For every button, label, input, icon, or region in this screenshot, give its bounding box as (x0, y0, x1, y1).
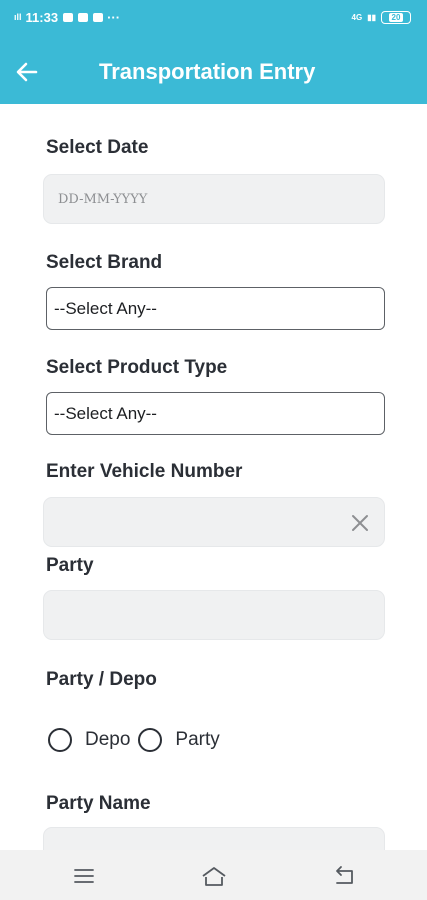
party-label: Party (46, 555, 94, 576)
date-field[interactable]: DD-MM-YYYY (43, 174, 385, 224)
party-name-input[interactable] (43, 827, 385, 850)
vehicle-number-label: Enter Vehicle Number (46, 461, 243, 482)
radio-party-circle[interactable] (138, 728, 163, 752)
radio-party-label: Party (175, 729, 220, 750)
network-indicator: 4G (351, 13, 363, 22)
wifi-signal-icon: ▮▮ (367, 13, 376, 22)
status-bar: ıll 11:33 ··· 4G ▮▮ 20 (0, 0, 427, 38)
back-icon (336, 866, 353, 884)
battery-level: 20 (388, 13, 404, 22)
status-left: ıll 11:33 ··· (14, 10, 120, 25)
brand-select-value: --Select Any-- (54, 299, 157, 318)
party-name-label: Party Name (46, 793, 151, 814)
party-input[interactable] (43, 590, 385, 640)
app-bar: Transportation Entry (0, 38, 427, 104)
home-icon (202, 867, 226, 886)
radio-depo[interactable]: Depo (48, 728, 130, 752)
vehicle-number-input[interactable] (43, 497, 385, 547)
youtube-icon (78, 13, 89, 22)
status-right: 4G ▮▮ 20 (352, 11, 411, 24)
message-icon (93, 13, 104, 22)
battery-icon: 20 (381, 11, 411, 24)
back-nav-button[interactable] (331, 865, 357, 887)
system-nav-bar (0, 850, 427, 900)
page-title: Transportation Entry (99, 59, 316, 84)
radio-party[interactable]: Party (138, 728, 220, 752)
menu-button[interactable] (71, 865, 97, 887)
radio-depo-label: Depo (85, 729, 131, 750)
product-type-select[interactable]: --Select Any-- (46, 392, 385, 435)
select-product-type-label: Select Product Type (46, 357, 228, 378)
product-type-select-value: --Select Any-- (54, 404, 157, 423)
notification-icon (63, 13, 74, 22)
menu-icon (74, 869, 94, 883)
party-depo-radio-group: Depo Party (48, 726, 220, 754)
arrow-left-icon (16, 62, 38, 82)
brand-select[interactable]: --Select Any-- (46, 287, 385, 330)
close-icon[interactable] (350, 513, 370, 533)
transportation-form: Select Date DD-MM-YYYY Select Brand --Se… (0, 104, 427, 850)
select-date-label: Select Date (46, 137, 149, 158)
signal-icon: ıll (14, 12, 22, 22)
more-notifications-icon: ··· (107, 10, 121, 25)
date-placeholder: DD-MM-YYYY (58, 192, 148, 207)
home-button[interactable] (200, 865, 226, 887)
party-depo-label: Party / Depo (46, 669, 157, 690)
radio-depo-circle[interactable] (48, 728, 72, 752)
status-time: 11:33 (25, 10, 59, 25)
select-brand-label: Select Brand (46, 252, 163, 273)
back-button[interactable] (14, 59, 40, 85)
